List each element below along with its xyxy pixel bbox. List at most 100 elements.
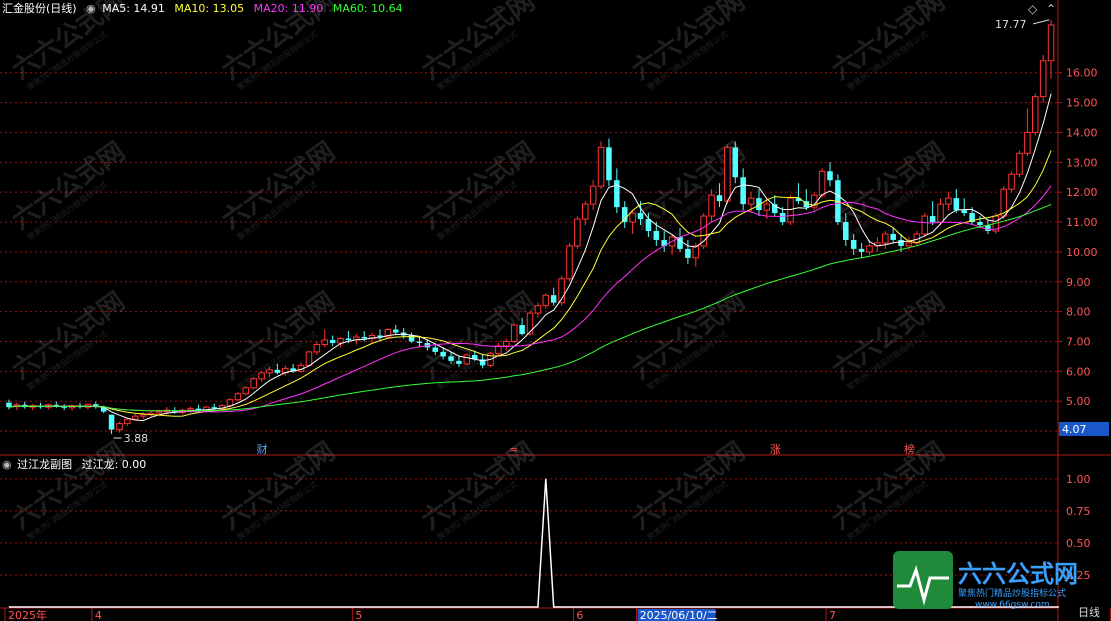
candle-body-up	[503, 340, 510, 347]
price-tick-label: 8.00	[1066, 306, 1091, 319]
candle-body-up	[242, 387, 250, 395]
candle-body-down	[108, 414, 115, 430]
expand-icon[interactable]: ⌃	[1046, 2, 1056, 16]
logo-subtitle: 聚焦热门精品炒股指标公式	[958, 587, 1066, 599]
candle-body-up	[305, 351, 313, 366]
price-tick-label: 10.00	[1066, 246, 1098, 259]
date-tick-label: 2025年	[8, 608, 47, 621]
candle-body-up	[566, 245, 573, 280]
candle-body-up	[866, 245, 873, 253]
candle-body-up	[937, 203, 944, 223]
min-price-label: 3.88	[124, 432, 149, 445]
indicator-settings-icon[interactable]: ◉	[2, 458, 12, 471]
candle-body-down	[977, 222, 983, 226]
candle-body-down	[843, 222, 849, 240]
candle-body-up	[763, 203, 771, 211]
candle-body-up	[582, 203, 589, 220]
main-chart-header: 汇金股份(日线) ◉ MA5: 14.91 MA10: 13.05 MA20: …	[2, 2, 403, 16]
candle-body-up	[1039, 60, 1047, 98]
kline-chart-canvas[interactable]: 六六公式网聚焦热门精品炒股指标公式 六六公式网聚焦热门精品炒股指标公式 六六公式网聚…	[0, 0, 1111, 621]
ma60-label: MA60: 10.64	[332, 2, 403, 15]
candle-body-down	[827, 171, 833, 181]
logo-url: www.66gsw.com	[975, 600, 1050, 610]
candle-body-up	[818, 170, 826, 196]
candle-body-down	[361, 336, 367, 339]
candle-body-down	[898, 239, 904, 246]
candle-body-up	[574, 218, 581, 247]
candle-body-down	[614, 180, 620, 208]
event-marker: 财	[257, 442, 268, 456]
price-tick-label: 16.00	[1066, 67, 1098, 80]
candle-body-down	[953, 198, 960, 211]
candle-body-down	[858, 248, 865, 252]
indicator-tick-label: 0.75	[1066, 505, 1091, 518]
candle-body-up	[116, 423, 123, 431]
settings-icon[interactable]: ◉	[86, 2, 96, 15]
candle-body-up	[187, 408, 194, 411]
candle-body-up	[534, 305, 542, 314]
candle-body-down	[432, 347, 439, 352]
candle-body-up	[258, 372, 265, 380]
candle-body-up	[132, 415, 139, 420]
candle-body-down	[440, 351, 446, 357]
candle-body-down	[416, 341, 423, 343]
candle-body-down	[779, 213, 786, 223]
indicator-tick-label: 0.50	[1066, 537, 1091, 550]
stock-title[interactable]: 汇金股份(日线)	[2, 2, 77, 15]
indicator-title[interactable]: 过江龙副图	[17, 458, 72, 471]
price-tick-label: 5.00	[1066, 395, 1091, 408]
diamond-icon[interactable]: ◇	[1028, 2, 1037, 16]
candle-body-up	[787, 197, 794, 223]
candle-body-up	[313, 343, 321, 353]
price-tick-label: 13.00	[1066, 156, 1098, 169]
candle-body-down	[890, 233, 896, 240]
candle-body-up	[542, 294, 550, 307]
candle-body-down	[732, 147, 739, 178]
candle-body-up	[629, 212, 636, 223]
price-tick-label: 12.00	[1066, 186, 1098, 199]
candle-body-up	[724, 146, 731, 202]
candle-body-down	[606, 147, 612, 181]
candle-body-up	[1008, 173, 1015, 190]
candle-body-down	[929, 216, 936, 223]
candle-body-up	[747, 197, 755, 205]
candle-body-down	[456, 360, 462, 364]
indicator-value: 过江龙: 0.00	[81, 458, 147, 471]
candle-body-down	[740, 177, 746, 205]
price-tick-label: 6.00	[1066, 365, 1091, 378]
candle-body-down	[345, 338, 352, 340]
date-tick-label: 7	[829, 609, 836, 621]
candle-body-up	[1032, 96, 1039, 133]
candle-body-up	[1016, 152, 1023, 175]
candle-body-up	[234, 393, 242, 401]
candle-body-down	[393, 329, 399, 333]
ma20-label: MA20: 11.90	[253, 2, 324, 15]
candle-body-down	[519, 325, 525, 335]
candle-body-up	[124, 418, 131, 425]
price-tick-label: 7.00	[1066, 335, 1091, 348]
event-marker: 榜	[904, 442, 915, 456]
date-tick-label: 4	[95, 609, 102, 621]
event-marker: 涨	[770, 443, 781, 456]
candle-body-down	[637, 213, 644, 220]
date-tick-label: 6	[576, 609, 583, 621]
candle-body-up	[250, 378, 257, 389]
candle-body-up	[921, 215, 929, 235]
candle-body-up	[1047, 24, 1055, 62]
candle-body-down	[329, 339, 336, 343]
candle-body-up	[526, 312, 534, 335]
indicator-tick-label: 1.00	[1066, 473, 1091, 486]
period-label[interactable]: 日线	[1078, 606, 1100, 620]
candle-body-up	[226, 399, 234, 407]
candle-body-up	[266, 369, 273, 374]
price-tag-label: 4.07	[1062, 423, 1087, 436]
date-highlight-label: 2025/06/10/二	[640, 609, 718, 621]
ma10-label: MA10: 13.05	[174, 2, 245, 15]
candle-body-up	[510, 324, 518, 342]
candle-body-down	[274, 369, 281, 373]
candle-body-up	[692, 245, 700, 259]
ma5-label: MA5: 14.91	[102, 2, 165, 15]
max-price-label: 17.77	[995, 18, 1027, 31]
candle-body-up	[1024, 131, 1031, 154]
logo-title: 六六公式网	[958, 560, 1078, 588]
